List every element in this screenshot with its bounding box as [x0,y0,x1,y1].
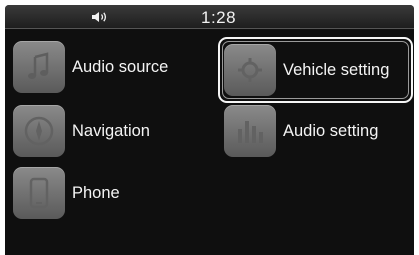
navigation-tile [13,105,65,157]
menu-item-label: Audio source [72,57,169,76]
menu-item-audio-source[interactable]: Audio source [13,41,168,93]
compass-icon [24,116,54,146]
menu-item-label: Navigation [72,121,150,140]
music-note-icon [28,52,49,79]
audio-source-tile [13,41,65,93]
equalizer-icon [238,121,263,143]
clock: 1:28 [201,8,237,27]
menu-item-audio-setting[interactable]: Audio setting [224,105,378,157]
status-bar: 1:28 [5,5,414,29]
selection-highlight [218,37,413,103]
menu-item-label: Audio setting [283,121,379,140]
menu-item-label: Phone [72,183,120,202]
phone-tile [13,167,65,219]
speaker-volume-icon [92,12,107,22]
infotainment-screen: 1:28 Audio source Vehicle setting Naviga… [5,5,414,255]
menu-item-phone[interactable]: Phone [13,167,120,219]
phone-icon [29,177,49,209]
menu-item-navigation[interactable]: Navigation [13,105,150,157]
audio-setting-tile [224,105,276,157]
